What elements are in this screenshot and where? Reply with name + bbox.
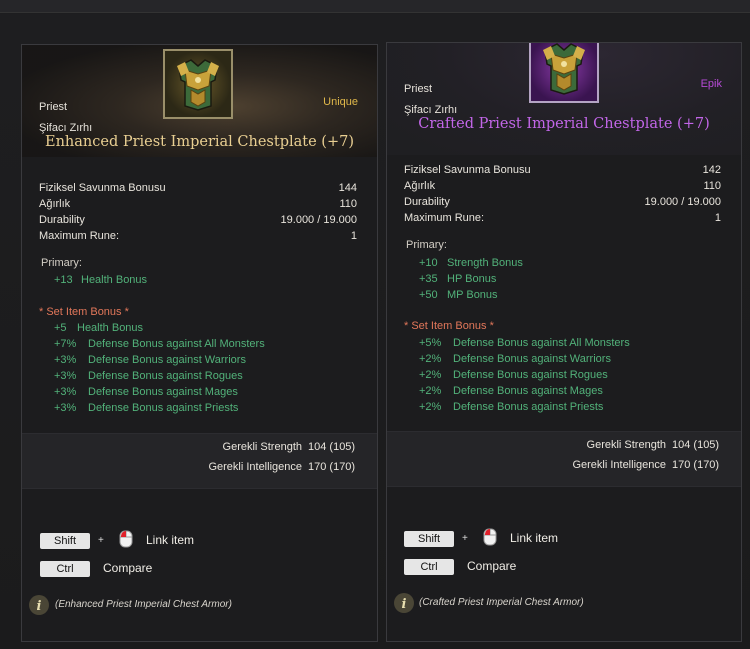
stat-row: Ağırlık 110: [404, 180, 721, 192]
plus-sign: +: [462, 533, 468, 544]
ctrl-key: Ctrl: [40, 561, 90, 577]
item-tooltip-compared: Priest Epik Şifacı Zırhı Crafted Priest …: [386, 42, 742, 642]
set-bonus-list: +5 Health Bonus +7% Defense Bonus against …: [54, 320, 265, 416]
info-icon: i: [29, 595, 49, 615]
mouse-icon: [119, 530, 133, 548]
compare-label: Compare: [467, 559, 517, 573]
mouse-icon: [483, 528, 497, 546]
primary-title: Primary:: [41, 257, 82, 269]
bonus-row: +5 Health Bonus: [54, 322, 144, 334]
bonus-row: +5% Defense Bonus against All Monsters: [419, 337, 630, 349]
top-bar: [0, 0, 750, 13]
bonus-row: +3% Defense Bonus against Rogues: [54, 370, 243, 382]
bonus-row: +2% Defense Bonus against Priests: [419, 401, 604, 413]
set-bonus-title: * Set Item Bonus *: [39, 306, 129, 318]
requirement-row: Gerekli Intelligence 170 (170): [572, 459, 720, 471]
item-stats: Fiziksel Savunma Bonusu 144 Ağırlık 110 Du…: [39, 180, 357, 244]
plus-sign: +: [98, 535, 104, 546]
stat-row: Durability 19.000 / 19.000: [39, 214, 357, 226]
item-type: Şifacı Zırhı: [404, 104, 458, 116]
primary-title: Primary:: [406, 239, 447, 251]
item-rarity: Epik: [700, 78, 722, 90]
item-class: Priest: [404, 83, 433, 95]
link-item-label: Link item: [146, 533, 195, 547]
svg-text:i: i: [37, 599, 42, 614]
stat-row: Ağırlık 110: [39, 198, 357, 210]
chestplate-icon: [163, 49, 233, 119]
bonus-row: +7% Defense Bonus against All Monsters: [54, 338, 265, 350]
requirements-panel: Gerekli Strength 104 (105) Gerekli Intell…: [22, 433, 377, 489]
svg-text:i: i: [402, 597, 407, 612]
shift-key: Shift: [40, 533, 90, 549]
item-name: Crafted Priest Imperial Chestplate (+7): [418, 116, 710, 132]
stat-row: Maximum Rune: 1: [39, 230, 357, 242]
ctrl-key: Ctrl: [404, 559, 454, 575]
bonus-row: +2% Defense Bonus against Warriors: [419, 353, 611, 365]
item-name: Enhanced Priest Imperial Chestplate (+7): [45, 134, 354, 150]
bonus-row: +3% Defense Bonus against Priests: [54, 402, 239, 414]
bonus-row: +13 Health Bonus: [54, 274, 148, 286]
item-base-name: (Crafted Priest Imperial Chest Armor): [419, 597, 584, 608]
bonus-row: +3% Defense Bonus against Warriors: [54, 354, 246, 366]
stat-row: Maximum Rune: 1: [404, 212, 721, 224]
requirement-row: Gerekli Intelligence 170 (170): [208, 461, 356, 473]
set-bonus-title: * Set Item Bonus *: [404, 320, 494, 332]
item-type: Şifacı Zırhı: [39, 122, 93, 134]
item-stats: Fiziksel Savunma Bonusu 142 Ağırlık 110 Du…: [404, 162, 721, 226]
item-rarity: Unique: [323, 96, 358, 108]
bonus-row: +50 MP Bonus: [419, 289, 498, 301]
compare-label: Compare: [103, 561, 153, 575]
primary-bonus-list: +10 Strength Bonus +35 HP Bonus +50 MP Bonu…: [419, 255, 523, 303]
stat-row: Fiziksel Savunma Bonusu 142: [404, 164, 721, 176]
set-bonus-list: +5% Defense Bonus against All Monsters +2…: [419, 335, 630, 415]
chestplate-icon: [529, 43, 599, 103]
shift-key: Shift: [404, 531, 454, 547]
bonus-row: +2% Defense Bonus against Mages: [419, 385, 603, 397]
info-icon: i: [394, 593, 414, 613]
requirements-panel: Gerekli Strength 104 (105) Gerekli Intell…: [387, 431, 741, 487]
stat-row: Durability 19.000 / 19.000: [404, 196, 721, 208]
stat-row: Fiziksel Savunma Bonusu 144: [39, 182, 357, 194]
bonus-row: +35 HP Bonus: [419, 273, 497, 285]
item-class: Priest: [39, 101, 68, 113]
bonus-row: +3% Defense Bonus against Mages: [54, 386, 238, 398]
requirement-row: Gerekli Strength 104 (105): [586, 439, 720, 451]
primary-bonus-list: +13 Health Bonus: [54, 272, 147, 288]
bonus-row: +10 Strength Bonus: [419, 257, 523, 269]
item-tooltip-equipped: Priest Unique Şifacı Zırhı Enhanced Prie…: [21, 44, 378, 642]
link-item-label: Link item: [510, 531, 559, 545]
item-base-name: (Enhanced Priest Imperial Chest Armor): [55, 599, 232, 610]
requirement-row: Gerekli Strength 104 (105): [222, 441, 356, 453]
bonus-row: +2% Defense Bonus against Rogues: [419, 369, 608, 381]
